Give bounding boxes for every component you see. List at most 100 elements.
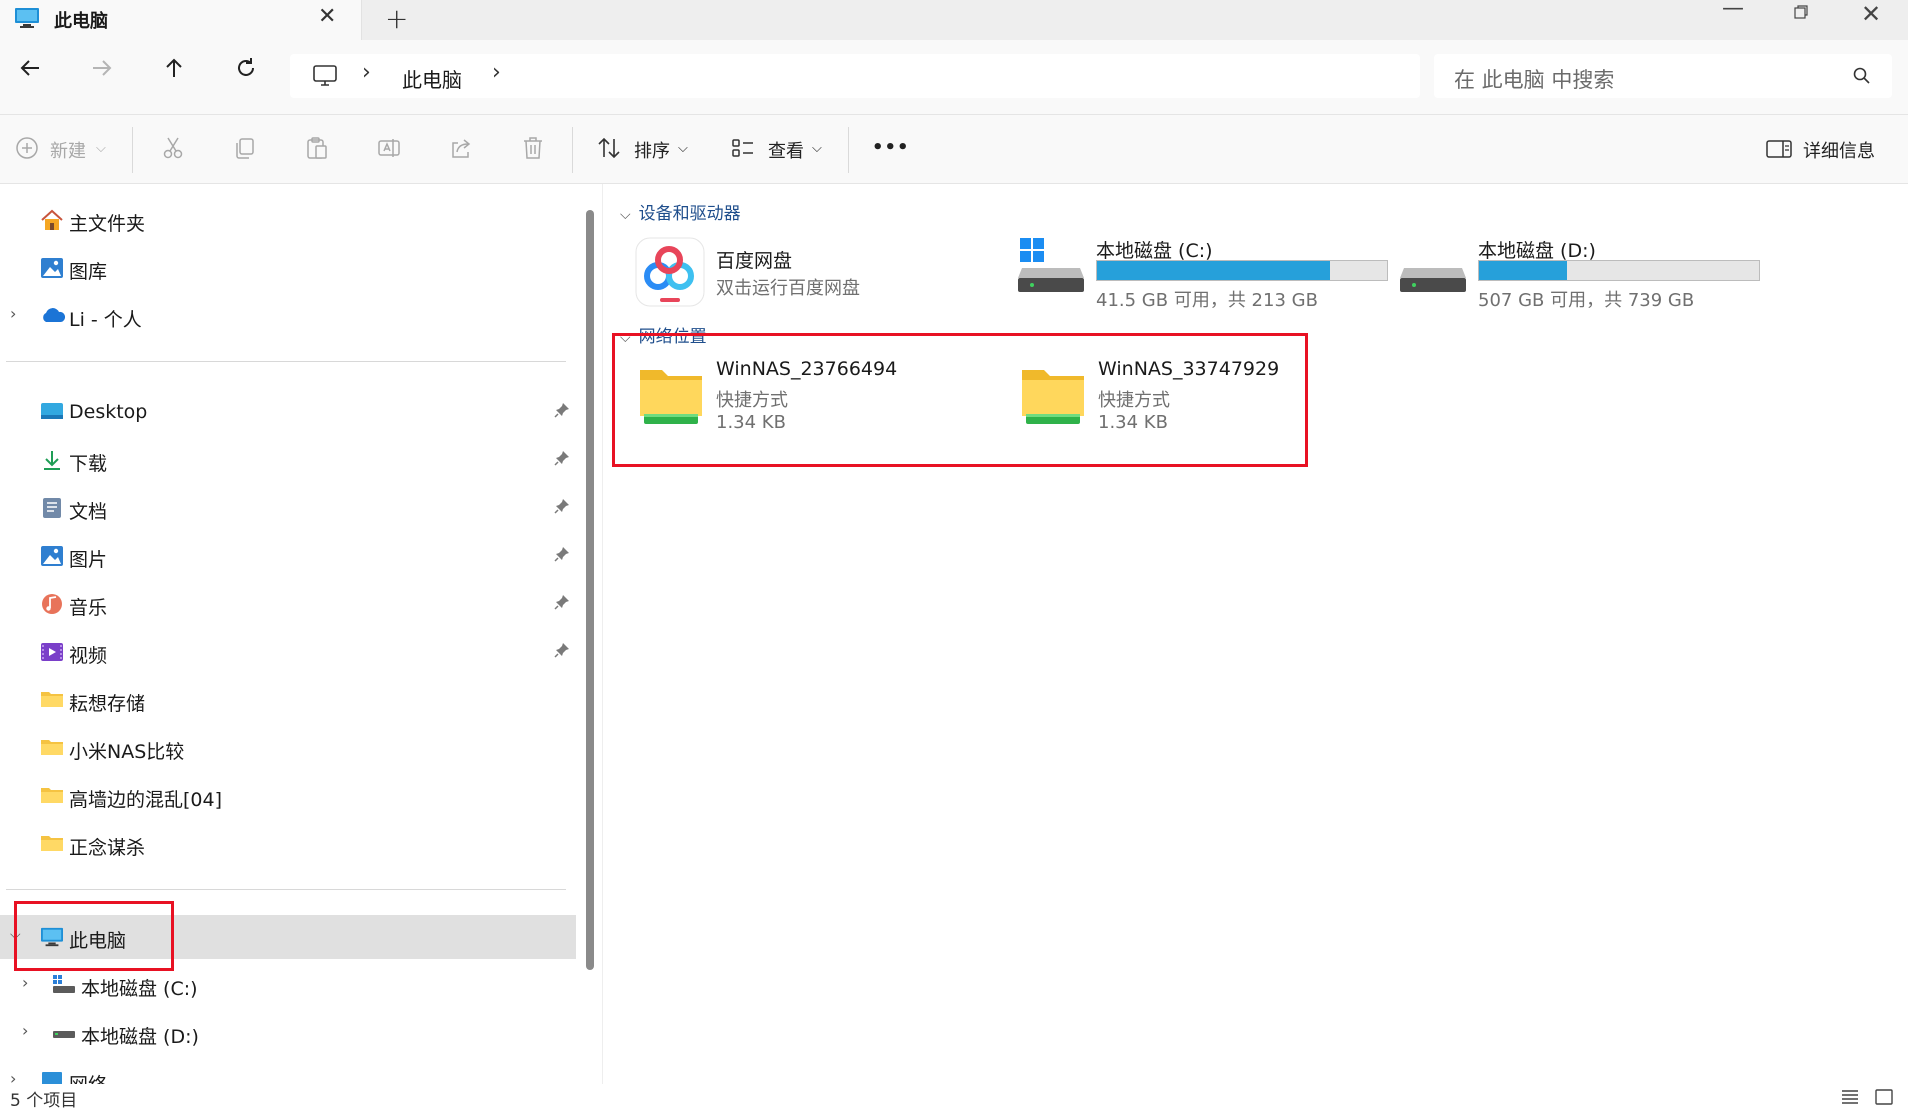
- restore-icon: [1794, 5, 1808, 19]
- drive-d-icon: [52, 1022, 76, 1048]
- view-button[interactable]: 查看: [768, 137, 804, 163]
- search-icon[interactable]: [1852, 66, 1872, 90]
- minimize-button[interactable]: —: [1698, 0, 1768, 26]
- sidebar-item-drive-d[interactable]: › 本地磁盘 (D:): [0, 1011, 576, 1055]
- baidu-netdisk-icon: [634, 236, 706, 312]
- up-button[interactable]: [154, 56, 194, 96]
- drive-c-usage-fill: [1097, 261, 1331, 280]
- close-window-button[interactable]: ✕: [1836, 0, 1906, 30]
- drive-d-tile[interactable]: 本地磁盘 (D:) 507 GB 可用，共 739 GB: [1400, 236, 1770, 312]
- chevron-right-icon[interactable]: ›: [10, 1069, 16, 1084]
- paste-icon[interactable]: [304, 135, 330, 165]
- sort-button[interactable]: 排序: [634, 137, 670, 163]
- refresh-button[interactable]: [226, 56, 266, 96]
- breadcrumb-this-pc[interactable]: 此电脑: [402, 64, 462, 93]
- sidebar-divider: [6, 361, 566, 362]
- chevron-right-icon[interactable]: ›: [22, 1021, 28, 1040]
- chevron-down-icon[interactable]: ⌵: [678, 141, 688, 156]
- group-header-devices[interactable]: ⌵ 设备和驱动器: [620, 199, 741, 224]
- home-icon: [40, 209, 64, 235]
- drive-c-space: 41.5 GB 可用，共 213 GB: [1096, 290, 1318, 311]
- more-options-button[interactable]: •••: [872, 137, 910, 158]
- rename-icon[interactable]: [376, 135, 402, 165]
- sidebar-item-videos[interactable]: 视频: [0, 630, 576, 674]
- new-tab-button[interactable]: +: [385, 2, 408, 35]
- details-pane-icon[interactable]: [1766, 139, 1792, 163]
- sidebar-item-label: 本地磁盘 (D:): [81, 1026, 199, 1048]
- details-view-icon[interactable]: [1840, 1088, 1860, 1110]
- breadcrumb-chevron-icon[interactable]: ›: [362, 60, 371, 85]
- sidebar-item-label: 下载: [69, 453, 108, 475]
- search-box[interactable]: 在 此电脑 中搜索: [1434, 54, 1892, 98]
- large-icons-view-icon[interactable]: [1874, 1088, 1894, 1110]
- cut-icon[interactable]: [160, 135, 186, 165]
- folder-icon: [40, 785, 64, 809]
- pictures-icon: [40, 545, 64, 571]
- address-bar[interactable]: › 此电脑 ›: [290, 54, 1420, 98]
- breadcrumb-chevron-icon[interactable]: ›: [492, 60, 501, 85]
- sidebar-item-home[interactable]: 主文件夹: [0, 198, 576, 242]
- drive-c-tile[interactable]: 本地磁盘 (C:) 41.5 GB 可用，共 213 GB: [1018, 236, 1388, 312]
- chevron-down-icon[interactable]: ⌵: [96, 141, 106, 156]
- chevron-right-icon[interactable]: ›: [10, 304, 16, 323]
- arrow-left-icon: [20, 60, 39, 76]
- refresh-icon: [238, 58, 254, 76]
- share-icon[interactable]: [448, 135, 474, 165]
- sidebar-item-onedrive[interactable]: › Li - 个人: [0, 294, 576, 338]
- copy-icon[interactable]: [232, 135, 258, 165]
- sidebar-item-documents[interactable]: 文档: [0, 486, 576, 530]
- sidebar-divider: [6, 889, 566, 890]
- pin-icon[interactable]: [554, 642, 570, 662]
- tab-this-pc[interactable]: 此电脑 ✕: [0, 0, 362, 40]
- arrow-up-icon: [166, 58, 182, 77]
- sidebar-item-music[interactable]: 音乐: [0, 582, 576, 626]
- sidebar-item-label: Li - 个人: [69, 309, 142, 331]
- drive-c-name: 本地磁盘 (C:): [1096, 240, 1213, 262]
- delete-icon[interactable]: [520, 135, 546, 165]
- sidebar-item-downloads[interactable]: 下载: [0, 438, 576, 482]
- sidebar-item-desktop[interactable]: Desktop: [0, 390, 576, 434]
- baidu-netdisk-tile[interactable]: 百度网盘 双击运行百度网盘: [634, 236, 994, 312]
- new-label[interactable]: 新建: [50, 137, 86, 163]
- sidebar-item-label: 文档: [69, 501, 108, 523]
- sidebar-scrollbar[interactable]: [586, 210, 594, 970]
- sidebar-item-label: 本地磁盘 (C:): [81, 978, 198, 1000]
- group-title: 设备和驱动器: [638, 204, 741, 224]
- pin-icon[interactable]: [554, 450, 570, 470]
- sidebar-item-label: 小米NAS比较: [69, 741, 185, 763]
- forward-button[interactable]: [82, 56, 122, 96]
- sidebar-item-folder[interactable]: 正念谋杀: [0, 822, 576, 866]
- view-icon[interactable]: [730, 135, 756, 165]
- sidebar-item-network[interactable]: › 网络: [0, 1059, 576, 1084]
- pin-icon[interactable]: [554, 402, 570, 422]
- chevron-down-icon: ⌵: [620, 207, 631, 223]
- chevron-down-icon[interactable]: ⌵: [812, 141, 822, 156]
- tab-title: 此电脑: [54, 11, 108, 32]
- sidebar-item-label: 视频: [69, 645, 108, 667]
- drive-c-icon: [1018, 236, 1086, 296]
- chevron-right-icon[interactable]: ›: [22, 973, 28, 992]
- drive-d-name: 本地磁盘 (D:): [1478, 240, 1596, 262]
- monitor-icon: [14, 6, 40, 34]
- details-button[interactable]: 详细信息: [1803, 137, 1875, 163]
- sidebar-item-pictures[interactable]: 图片: [0, 534, 576, 578]
- new-button[interactable]: [14, 135, 40, 165]
- computer-icon: [312, 64, 338, 92]
- arrow-right-icon: [93, 60, 112, 76]
- sidebar-item-folder[interactable]: 高墙边的混乱[04]: [0, 774, 576, 818]
- add-circle-icon: [16, 137, 38, 159]
- sidebar-item-folder[interactable]: 小米NAS比较: [0, 726, 576, 770]
- title-bar: 此电脑 ✕ + — ✕: [0, 0, 1908, 40]
- sidebar-item-folder[interactable]: 耘想存储: [0, 678, 576, 722]
- sidebar-item-label: 网络: [69, 1070, 107, 1084]
- restore-button[interactable]: [1766, 4, 1836, 34]
- toolbar-divider: [572, 127, 573, 173]
- close-tab-icon[interactable]: ✕: [318, 4, 336, 29]
- sort-icon[interactable]: [596, 135, 622, 165]
- pin-icon[interactable]: [554, 498, 570, 518]
- sidebar-item-label: 正念谋杀: [69, 837, 146, 859]
- sidebar-item-gallery[interactable]: 图库: [0, 246, 576, 290]
- pin-icon[interactable]: [554, 594, 570, 614]
- back-button[interactable]: [10, 56, 50, 96]
- pin-icon[interactable]: [554, 546, 570, 566]
